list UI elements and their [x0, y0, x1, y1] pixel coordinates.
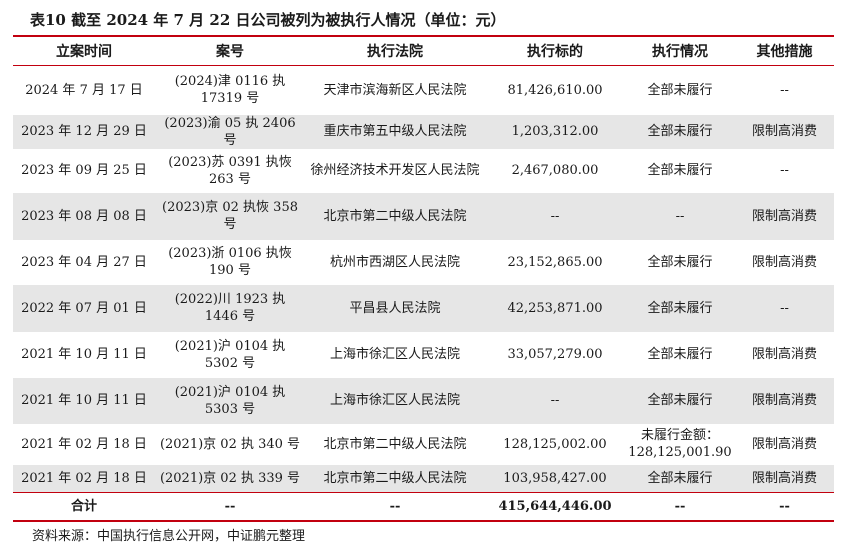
enforcement-table: 立案时间 案号 执行法院 执行标的 执行情况 其他措施 2024 年 7 月 1… — [13, 37, 834, 522]
header-status: 执行情况 — [625, 37, 735, 66]
total-court: -- — [305, 492, 485, 522]
cell-other: 限制高消费 — [735, 239, 834, 285]
cell-amount: 33,057,279.00 — [485, 331, 625, 378]
cell-status: 全部未履行 — [625, 377, 735, 424]
cell-case-no: (2023)渝 05 执 2406 号 — [155, 114, 305, 149]
cell-court: 上海市徐汇区人民法院 — [305, 331, 485, 378]
cell-amount: -- — [485, 192, 625, 240]
table-row: 2024 年 7 月 17 日 (2024)津 0116 执 17319 号 天… — [13, 65, 834, 115]
table-title: 表10 截至 2024 年 7 月 22 日公司被列为被执行人情况（单位：元） — [30, 11, 506, 29]
cell-other: 限制高消费 — [735, 192, 834, 240]
header-row: 立案时间 案号 执行法院 执行标的 执行情况 其他措施 — [13, 37, 834, 66]
cell-status: 全部未履行 — [625, 148, 735, 193]
cell-court: 北京市第二中级人民法院 — [305, 192, 485, 240]
cell-amount: -- — [485, 377, 625, 424]
cell-amount: 23,152,865.00 — [485, 239, 625, 285]
cell-status: 全部未履行 — [625, 331, 735, 378]
cell-case-no: (2021)京 02 执 340 号 — [155, 423, 305, 465]
cell-other: 限制高消费 — [735, 377, 834, 424]
total-other: -- — [735, 492, 834, 522]
header-case-no: 案号 — [155, 37, 305, 66]
cell-other: -- — [735, 148, 834, 193]
cell-court: 徐州经济技术开发区人民法院 — [305, 148, 485, 193]
cell-date: 2023 年 09 月 25 日 — [13, 148, 155, 193]
source-note: 资料来源：中国执行信息公开网，中证鹏元整理 — [32, 529, 306, 544]
cell-amount: 1,203,312.00 — [485, 114, 625, 149]
cell-other: -- — [735, 284, 834, 332]
cell-court: 杭州市西湖区人民法院 — [305, 239, 485, 285]
cell-other: 限制高消费 — [735, 114, 834, 149]
cell-case-no: (2024)津 0116 执 17319 号 — [155, 65, 305, 115]
cell-status: 全部未履行 — [625, 284, 735, 332]
cell-court: 上海市徐汇区人民法院 — [305, 377, 485, 424]
cell-other: -- — [735, 65, 834, 115]
cell-date: 2023 年 04 月 27 日 — [13, 239, 155, 285]
cell-amount: 2,467,080.00 — [485, 148, 625, 193]
total-case-no: -- — [155, 492, 305, 522]
table-row: 2022 年 07 月 01 日 (2022)川 1923 执 1446 号 平… — [13, 284, 834, 332]
cell-case-no: (2021)沪 0104 执 5302 号 — [155, 331, 305, 378]
cell-date: 2021 年 10 月 11 日 — [13, 331, 155, 378]
cell-case-no: (2023)浙 0106 执恢 190 号 — [155, 239, 305, 285]
cell-other: 限制高消费 — [735, 331, 834, 378]
total-label: 合计 — [13, 492, 155, 522]
cell-amount: 103,958,427.00 — [485, 464, 625, 493]
table-row: 2023 年 12 月 29 日 (2023)渝 05 执 2406 号 重庆市… — [13, 114, 834, 149]
table-row: 2021 年 10 月 11 日 (2021)沪 0104 执 5302 号 上… — [13, 331, 834, 378]
cell-amount: 42,253,871.00 — [485, 284, 625, 332]
cell-date: 2021 年 02 月 18 日 — [13, 464, 155, 493]
cell-court: 北京市第二中级人民法院 — [305, 423, 485, 465]
header-amount: 执行标的 — [485, 37, 625, 66]
cell-court: 北京市第二中级人民法院 — [305, 464, 485, 493]
cell-date: 2024 年 7 月 17 日 — [13, 65, 155, 115]
table-row: 2021 年 10 月 11 日 (2021)沪 0104 执 5303 号 上… — [13, 377, 834, 424]
cell-amount: 128,125,002.00 — [485, 423, 625, 465]
cell-status: 未履行金额：128,125,001.90 — [625, 423, 735, 465]
cell-court: 重庆市第五中级人民法院 — [305, 114, 485, 149]
header-court: 执行法院 — [305, 37, 485, 66]
cell-status: 全部未履行 — [625, 464, 735, 493]
table-row: 2023 年 04 月 27 日 (2023)浙 0106 执恢 190 号 杭… — [13, 239, 834, 285]
cell-court: 平昌县人民法院 — [305, 284, 485, 332]
cell-case-no: (2023)苏 0391 执恢 263 号 — [155, 148, 305, 193]
header-other: 其他措施 — [735, 37, 834, 66]
cell-case-no: (2022)川 1923 执 1446 号 — [155, 284, 305, 332]
cell-other: 限制高消费 — [735, 423, 834, 465]
cell-status: -- — [625, 192, 735, 240]
table-row: 2021 年 02 月 18 日 (2021)京 02 执 340 号 北京市第… — [13, 423, 834, 465]
cell-date: 2023 年 08 月 08 日 — [13, 192, 155, 240]
cell-date: 2022 年 07 月 01 日 — [13, 284, 155, 332]
cell-status: 全部未履行 — [625, 65, 735, 115]
cell-date: 2023 年 12 月 29 日 — [13, 114, 155, 149]
table-row: 2021 年 02 月 18 日 (2021)京 02 执 339 号 北京市第… — [13, 464, 834, 493]
cell-status: 全部未履行 — [625, 114, 735, 149]
cell-other: 限制高消费 — [735, 464, 834, 493]
total-amount: 415,644,446.00 — [485, 492, 625, 522]
table-row: 2023 年 09 月 25 日 (2023)苏 0391 执恢 263 号 徐… — [13, 148, 834, 193]
cell-status: 全部未履行 — [625, 239, 735, 285]
cell-date: 2021 年 10 月 11 日 — [13, 377, 155, 424]
cell-amount: 81,426,610.00 — [485, 65, 625, 115]
cell-case-no: (2023)京 02 执恢 358 号 — [155, 192, 305, 240]
cell-case-no: (2021)沪 0104 执 5303 号 — [155, 377, 305, 424]
header-date: 立案时间 — [13, 37, 155, 66]
cell-court: 天津市滨海新区人民法院 — [305, 65, 485, 115]
cell-case-no: (2021)京 02 执 339 号 — [155, 464, 305, 493]
cell-date: 2021 年 02 月 18 日 — [13, 423, 155, 465]
table-row: 2023 年 08 月 08 日 (2023)京 02 执恢 358 号 北京市… — [13, 192, 834, 240]
total-row: 合计 -- -- 415,644,446.00 -- -- — [13, 492, 834, 522]
total-status: -- — [625, 492, 735, 522]
